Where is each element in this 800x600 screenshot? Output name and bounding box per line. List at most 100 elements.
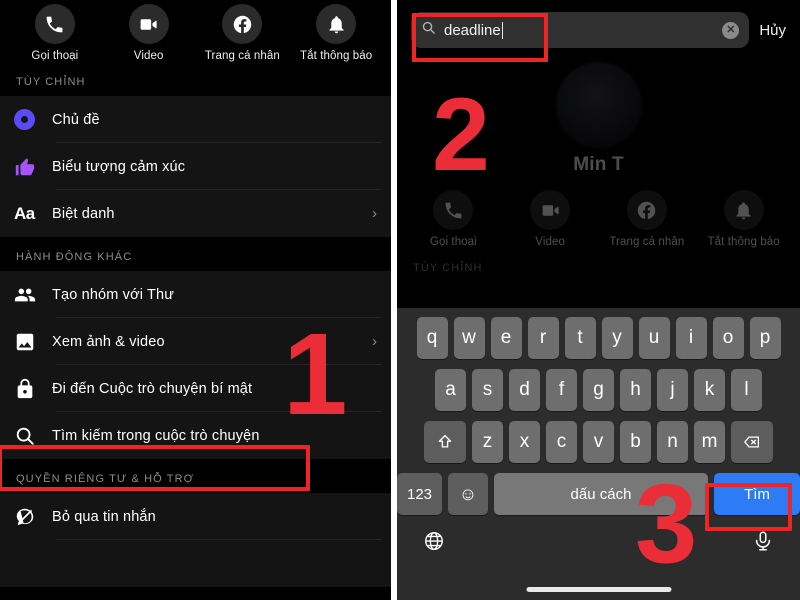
menu-item-label: Xem ảnh & video — [52, 333, 165, 350]
numbers-key[interactable]: 123 — [397, 473, 442, 515]
microphone-icon[interactable] — [752, 529, 774, 558]
keyboard-row-4: 123 ☺ dấu cách Tìm — [397, 473, 800, 515]
chevron-right-icon: › — [372, 333, 377, 350]
section-header-privacy: QUYỀN RIÊNG TƯ & HỖ TRỢ — [0, 459, 391, 493]
quick-action-mute[interactable]: Tắt thông báo — [700, 190, 788, 248]
backspace-icon[interactable] — [731, 421, 773, 463]
key-f[interactable]: f — [546, 369, 577, 411]
search-icon — [14, 425, 52, 447]
menu-item-label: Tìm kiếm trong cuộc trò chuyện — [52, 427, 260, 444]
aa-text-icon: Aa — [14, 203, 35, 223]
cancel-search-button[interactable]: Hủy — [759, 22, 790, 39]
quick-action-label: Video — [535, 236, 565, 248]
key-m[interactable]: m — [694, 421, 725, 463]
shift-icon[interactable] — [424, 421, 466, 463]
photo-icon — [14, 331, 52, 353]
quick-action-label: Tắt thông báo — [299, 50, 373, 62]
space-key[interactable]: dấu cách — [494, 473, 708, 515]
quick-action-label: Tắt thông báo — [707, 236, 780, 248]
menu-item-view-media[interactable]: Xem ảnh & video › — [0, 318, 391, 365]
menu-item-create-group[interactable]: Tạo nhóm với Thư — [0, 271, 391, 318]
key-k[interactable]: k — [694, 369, 725, 411]
key-e[interactable]: e — [490, 317, 522, 359]
key-z[interactable]: z — [472, 421, 503, 463]
key-t[interactable]: t — [564, 317, 596, 359]
key-n[interactable]: n — [657, 421, 688, 463]
key-x[interactable]: x — [509, 421, 540, 463]
text-cursor — [501, 21, 504, 39]
thumbs-up-icon — [14, 156, 52, 178]
ignore-messages-icon — [14, 506, 52, 528]
key-j[interactable]: j — [657, 369, 688, 411]
key-w[interactable]: w — [453, 317, 485, 359]
key-a[interactable]: a — [435, 369, 466, 411]
menu-item-theme[interactable]: Chủ đề — [0, 96, 391, 143]
keyboard-row-1: q w e r t y u i o p — [397, 317, 800, 359]
section-header-customize: TÙY CHỈNH — [0, 62, 391, 96]
quick-action-video[interactable]: Video — [105, 4, 193, 62]
search-icon — [421, 20, 436, 40]
panel-left-chat-settings: Gọi thoại Video Trang cá nhân Tắt thông … — [0, 0, 391, 600]
dimmed-background-content: Min T Gọi thoại Video Trang cá nhân Tắt … — [397, 58, 800, 282]
key-g[interactable]: g — [583, 369, 614, 411]
home-indicator — [526, 587, 671, 592]
menu-item-secret-conversation[interactable]: Đi đến Cuộc trò chuyện bí mật — [0, 365, 391, 412]
key-r[interactable]: r — [527, 317, 559, 359]
quick-action-mute[interactable]: Tắt thông báo — [292, 4, 380, 62]
phone-icon — [34, 4, 75, 44]
avatar[interactable] — [555, 62, 642, 148]
key-s[interactable]: s — [472, 369, 503, 411]
key-b[interactable]: b — [620, 421, 651, 463]
menu-item-partial[interactable] — [0, 540, 391, 587]
menu-block-privacy: Bỏ qua tin nhắn — [0, 493, 391, 587]
key-c[interactable]: c — [546, 421, 577, 463]
clear-search-button[interactable]: ✕ — [722, 21, 740, 39]
key-p[interactable]: p — [749, 317, 781, 359]
video-icon — [128, 4, 169, 44]
key-h[interactable]: h — [620, 369, 651, 411]
key-d[interactable]: d — [509, 369, 540, 411]
search-bar: deadline ✕ Hủy — [397, 0, 800, 58]
quick-action-label: Gọi thoại — [429, 236, 477, 248]
emoji-icon[interactable]: ☺ — [448, 473, 488, 515]
theme-circle-icon — [14, 109, 52, 130]
menu-item-ignore-messages[interactable]: Bỏ qua tin nhắn — [0, 493, 391, 540]
key-v[interactable]: v — [583, 421, 614, 463]
search-go-key[interactable]: Tìm — [714, 473, 800, 515]
quick-action-call[interactable]: Gọi thoại — [11, 4, 99, 62]
quick-action-call[interactable]: Gọi thoại — [409, 190, 497, 248]
quick-action-profile[interactable]: Trang cá nhân — [198, 4, 286, 62]
on-screen-keyboard: q w e r t y u i o p a s d f g h j k l z … — [397, 308, 800, 600]
bell-icon — [316, 4, 357, 44]
menu-item-nickname[interactable]: Aa Biệt danh › — [0, 190, 391, 237]
keyboard-row-2: a s d f g h j k l — [397, 369, 800, 411]
quick-action-profile[interactable]: Trang cá nhân — [603, 190, 691, 248]
menu-item-label: Biểu tượng cảm xúc — [52, 158, 186, 175]
facebook-icon — [222, 4, 263, 44]
key-u[interactable]: u — [638, 317, 670, 359]
panel-right-search-mode: deadline ✕ Hủy Min T Gọi thoại Video Tra… — [397, 0, 800, 600]
menu-item-reactions[interactable]: Biểu tượng cảm xúc — [0, 143, 391, 190]
key-l[interactable]: l — [731, 369, 762, 411]
key-q[interactable]: q — [416, 317, 448, 359]
key-i[interactable]: i — [675, 317, 707, 359]
profile-area: Min T — [397, 58, 800, 176]
quick-action-video[interactable]: Video — [506, 190, 594, 248]
lock-icon — [14, 378, 52, 400]
section-header-other-actions: HÀNH ĐỘNG KHÁC — [0, 237, 391, 271]
search-input-value: deadline — [444, 21, 501, 39]
menu-block-customize: Chủ đề Biểu tượng cảm xúc Aa Biệt danh › — [0, 96, 391, 237]
key-y[interactable]: y — [601, 317, 633, 359]
tutorial-screenshot: Gọi thoại Video Trang cá nhân Tắt thông … — [0, 0, 800, 600]
quick-action-label: Trang cá nhân — [609, 236, 685, 248]
bell-icon — [723, 190, 764, 230]
menu-item-label: Bỏ qua tin nhắn — [52, 508, 156, 525]
quick-action-row-right: Gọi thoại Video Trang cá nhân Tắt thông … — [397, 176, 800, 248]
globe-icon[interactable] — [423, 529, 445, 558]
quick-action-row-left: Gọi thoại Video Trang cá nhân Tắt thông … — [0, 0, 391, 62]
facebook-icon — [626, 190, 667, 230]
search-input[interactable]: deadline ✕ — [411, 12, 750, 48]
menu-item-search-in-conversation[interactable]: Tìm kiếm trong cuộc trò chuyện — [0, 412, 391, 459]
chevron-right-icon: › — [372, 205, 377, 222]
key-o[interactable]: o — [712, 317, 744, 359]
